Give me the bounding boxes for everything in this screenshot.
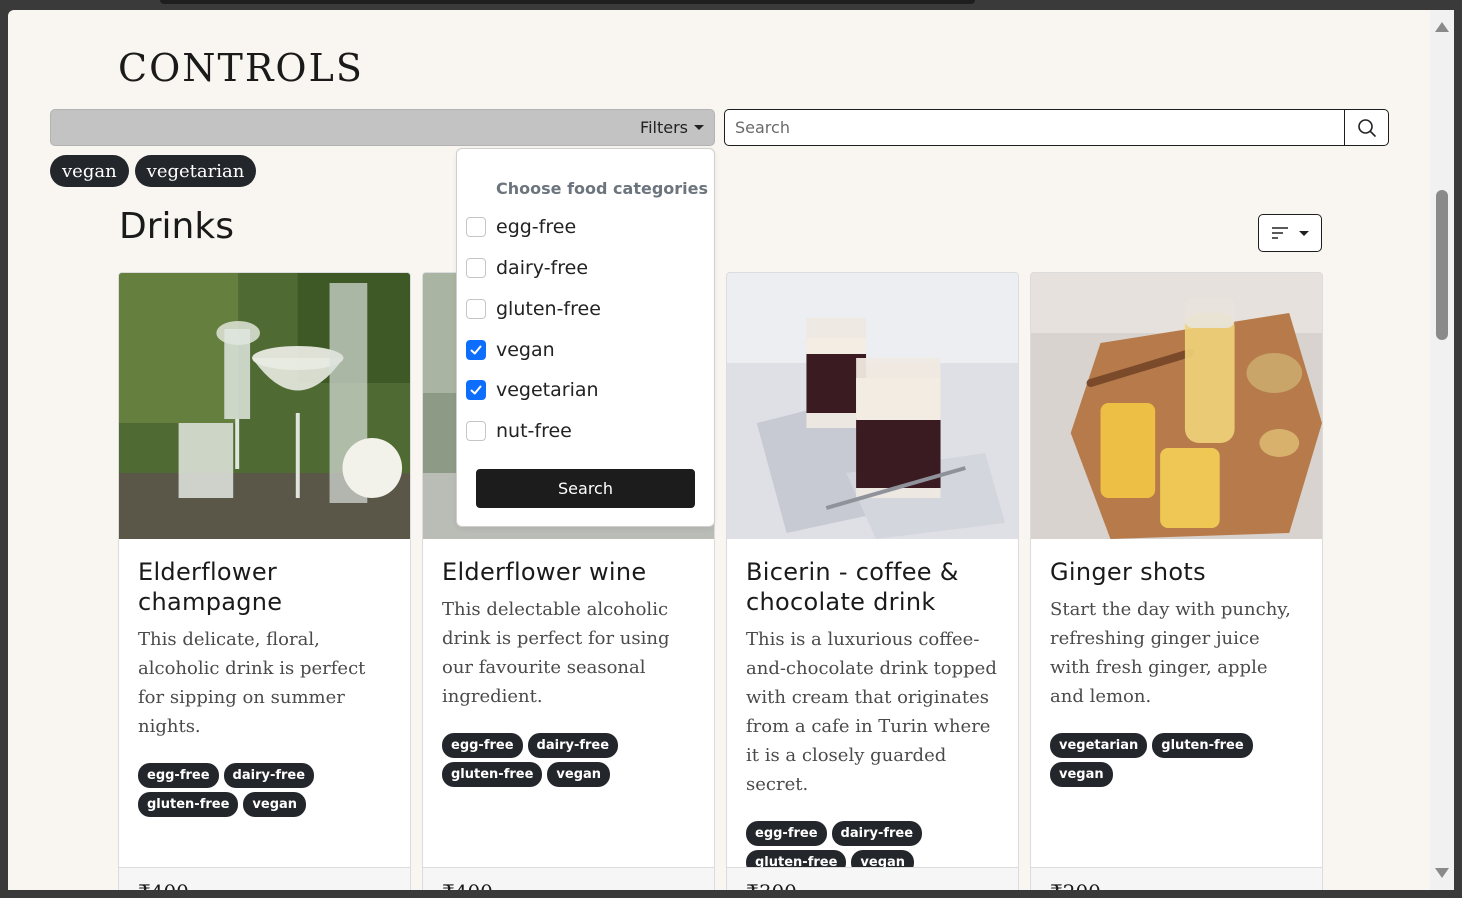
bicerin-drink-photo [727, 273, 1018, 539]
card-description: This delectable alcoholic drink is perfe… [442, 599, 670, 707]
tag-badge: egg-free [746, 821, 827, 846]
option-label: vegan [496, 339, 555, 361]
tag-badge: egg-free [138, 763, 219, 788]
filter-bar: Filters [50, 109, 715, 146]
card-title[interactable]: Elderflower wine [442, 557, 695, 587]
checkbox-gluten-free[interactable] [466, 299, 486, 319]
caret-down-icon [1299, 230, 1309, 236]
active-filter-chip[interactable]: vegetarian [134, 155, 257, 187]
option-vegan[interactable]: vegan [466, 339, 555, 361]
scroll-down-arrow-icon[interactable] [1435, 868, 1449, 878]
card-price: ₹400 [119, 867, 410, 890]
scroll-up-arrow-icon[interactable] [1435, 22, 1449, 32]
section-title: Drinks [119, 206, 234, 247]
apply-filters-search-button[interactable]: Search [476, 469, 695, 508]
window-title-bar [160, 0, 975, 4]
filters-toggle-label: Filters [640, 118, 688, 137]
tag-badge: gluten-free [1152, 733, 1253, 758]
active-filter-chips: vegan vegetarian [50, 155, 257, 187]
option-label: nut-free [496, 420, 572, 442]
card-list: Elderflower champagne This delicate, flo… [118, 272, 1323, 890]
card-title[interactable]: Elderflower champagne [138, 557, 391, 617]
card-title[interactable]: Ginger shots [1050, 557, 1303, 587]
tag-badge: dairy-free [223, 763, 315, 788]
card-description: This is a luxurious coffee-and-chocolate… [746, 629, 997, 795]
tag-badge: gluten-free [442, 762, 543, 787]
tag-badge: dairy-free [831, 821, 923, 846]
option-gluten-free[interactable]: gluten-free [466, 298, 601, 320]
checkbox-dairy-free[interactable] [466, 258, 486, 278]
checkbox-egg-free[interactable] [466, 217, 486, 237]
filters-dropdown-menu: Choose food categories egg-free dairy-fr… [456, 148, 715, 527]
card-description: Start the day with punchy, refreshing gi… [1050, 599, 1291, 707]
checkbox-vegan[interactable] [466, 340, 486, 360]
option-label: dairy-free [496, 257, 589, 279]
option-vegetarian[interactable]: vegetarian [466, 379, 599, 401]
search-button[interactable] [1344, 110, 1388, 145]
tag-badge: gluten-free [138, 792, 239, 817]
card-description: This delicate, floral, alcoholic drink i… [138, 629, 366, 737]
card-title[interactable]: Bicerin - coffee & chocolate drink [746, 557, 999, 617]
option-label: vegetarian [496, 379, 599, 401]
elderflower-champagne-photo [119, 273, 410, 539]
checkbox-nut-free[interactable] [466, 421, 486, 441]
card-price: ₹400 [423, 867, 714, 890]
tag-badge: vegan [547, 762, 611, 787]
tag-badge: dairy-free [527, 733, 619, 758]
tag-badge: vegetarian [1050, 733, 1148, 758]
card-price: ₹300 [727, 867, 1018, 890]
tag-badge: vegan [1050, 762, 1113, 787]
tag-badge: egg-free [442, 733, 523, 758]
recipe-card[interactable]: Elderflower champagne This delicate, flo… [118, 272, 411, 890]
option-dairy-free[interactable]: dairy-free [466, 257, 588, 279]
search-group [724, 109, 1389, 146]
option-nut-free[interactable]: nut-free [466, 420, 572, 442]
card-tags: vegetarian gluten-free vegan [1050, 733, 1303, 787]
dropdown-header: Choose food categories [496, 179, 709, 198]
page-title: CONTROLS [118, 46, 364, 90]
page-viewport: CONTROLS Filters vegan vegetarian Drinks [8, 10, 1430, 890]
active-filter-chip[interactable]: vegan [50, 155, 129, 187]
window-frame-bottom [0, 890, 1462, 898]
check-icon [470, 345, 482, 355]
card-price: ₹200 [1031, 867, 1322, 890]
option-egg-free[interactable]: egg-free [466, 216, 576, 238]
ginger-shots-photo [1031, 273, 1322, 539]
check-icon [470, 385, 482, 395]
vertical-scrollbar[interactable] [1430, 10, 1454, 890]
option-label: egg-free [496, 216, 577, 238]
checkbox-vegetarian[interactable] [466, 380, 486, 400]
option-label: gluten-free [496, 298, 601, 320]
recipe-card[interactable]: Ginger shots Start the day with punchy, … [1030, 272, 1323, 890]
scrollbar-thumb[interactable] [1436, 190, 1448, 340]
search-icon [1357, 118, 1376, 137]
recipe-card[interactable]: Bicerin - coffee & chocolate drink This … [726, 272, 1019, 890]
caret-down-icon [694, 125, 704, 130]
filters-dropdown-toggle[interactable]: Filters [640, 110, 704, 145]
search-input[interactable] [725, 110, 1344, 145]
tag-badge: vegan [243, 792, 307, 817]
sort-dropdown-button[interactable] [1258, 214, 1322, 252]
sort-icon [1272, 227, 1288, 239]
window-frame-right [1454, 10, 1462, 898]
card-tags: egg-free dairy-free gluten-free vegan [138, 763, 391, 817]
card-tags: egg-free dairy-free gluten-free vegan [442, 733, 695, 787]
